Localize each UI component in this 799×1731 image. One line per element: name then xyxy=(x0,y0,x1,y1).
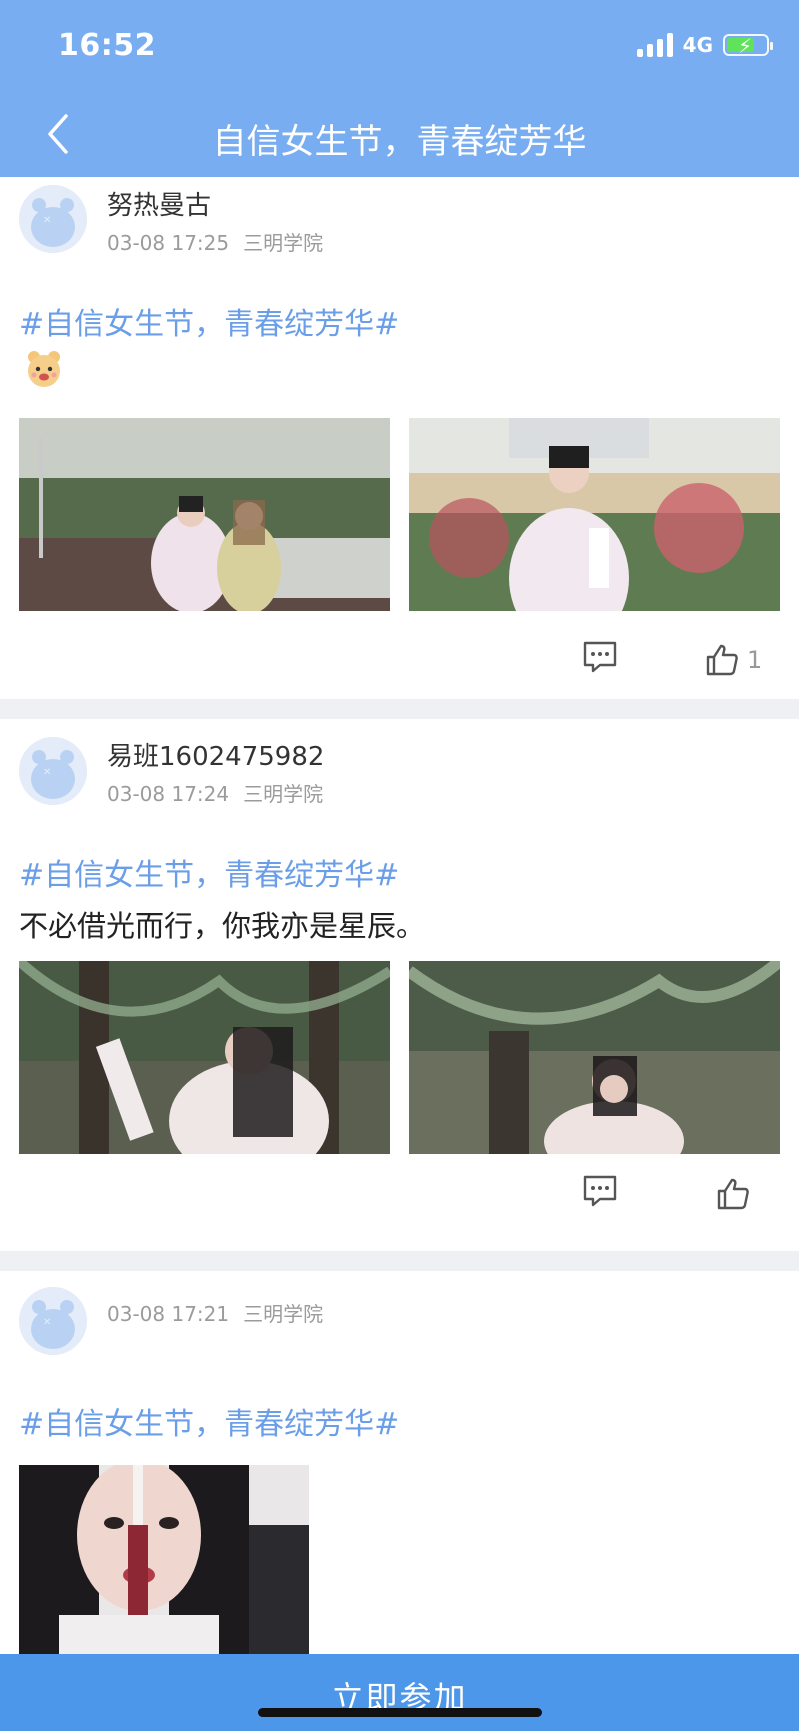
comment-button[interactable] xyxy=(582,1174,622,1214)
post-date: 03-08 17:21 xyxy=(107,1302,230,1326)
comment-button[interactable] xyxy=(582,640,622,680)
topic-link[interactable]: #自信女生节，青春绽芳华# xyxy=(19,850,399,894)
post-text: 不必借光而行，你我亦是星辰。 xyxy=(19,909,426,943)
post-card: ✕ 03-08 17:21 三明学院 #自信女生节，青春绽芳华# xyxy=(0,1271,799,1691)
like-count: 1 xyxy=(747,646,763,674)
avatar[interactable]: ✕ xyxy=(19,737,87,805)
topic-link[interactable]: #自信女生节，青春绽芳华# xyxy=(19,1399,399,1443)
app-root: 16:52 4G ⚡ 自信女生节，青春绽芳华 ✕ 努热曼古 03-08 17:2… xyxy=(0,0,799,1731)
status-indicators: 4G ⚡ xyxy=(636,33,773,58)
username[interactable]: 易班1602475982 xyxy=(107,736,324,773)
post-divider xyxy=(0,1251,799,1271)
top-bar: 16:52 4G ⚡ 自信女生节，青春绽芳华 xyxy=(0,0,799,177)
default-avatar-icon: ✕ xyxy=(19,737,87,805)
thumbs-up-icon xyxy=(717,1178,749,1210)
post-card: ✕ 努热曼古 03-08 17:25 三明学院 #自信女生节，青春绽芳华# 1 xyxy=(0,177,799,699)
post-divider xyxy=(0,699,799,719)
post-date: 03-08 17:25 xyxy=(107,231,230,255)
thumbs-up-icon xyxy=(706,644,738,676)
post-meta: 03-08 17:25 三明学院 xyxy=(107,227,323,256)
post-school: 三明学院 xyxy=(243,1302,324,1326)
username[interactable]: 努热曼古 xyxy=(107,185,211,222)
svg-text:✕: ✕ xyxy=(43,767,51,778)
avatar[interactable]: ✕ xyxy=(19,1287,87,1355)
svg-text:✕: ✕ xyxy=(43,1317,51,1328)
post-photo[interactable] xyxy=(409,418,780,611)
post-meta: 03-08 17:24 三明学院 xyxy=(107,778,323,807)
post-school: 三明学院 xyxy=(243,231,324,255)
battery-icon: ⚡ xyxy=(723,34,773,58)
post-photo[interactable] xyxy=(19,418,390,611)
signal-icon xyxy=(636,33,673,57)
post-date: 03-08 17:24 xyxy=(107,782,230,806)
like-button[interactable]: 1 xyxy=(705,640,762,680)
photo-image xyxy=(19,961,390,1154)
post-meta: 03-08 17:21 三明学院 xyxy=(107,1298,323,1327)
photo-image xyxy=(409,961,780,1154)
post-photo[interactable] xyxy=(19,961,390,1154)
join-button[interactable]: 立即参加 xyxy=(0,1654,799,1731)
default-avatar-icon: ✕ xyxy=(19,1287,87,1355)
like-button[interactable] xyxy=(716,1174,758,1214)
network-type: 4G xyxy=(682,33,713,57)
photo-image xyxy=(19,418,390,611)
post-card: ✕ 易班1602475982 03-08 17:24 三明学院 #自信女生节，青春… xyxy=(0,719,799,1251)
home-indicator xyxy=(258,1708,542,1717)
status-bar: 16:52 4G ⚡ xyxy=(0,0,799,92)
status-time: 16:52 xyxy=(58,28,156,63)
comment-icon xyxy=(583,641,617,673)
photo-image xyxy=(409,418,780,611)
default-avatar-icon: ✕ xyxy=(19,185,87,253)
emoji-sticker xyxy=(22,347,66,395)
nav-bar: 自信女生节，青春绽芳华 xyxy=(0,92,799,177)
bear-emoji-icon xyxy=(28,351,60,387)
post-photo[interactable] xyxy=(409,961,780,1154)
avatar[interactable]: ✕ xyxy=(19,185,87,253)
post-school: 三明学院 xyxy=(243,782,324,806)
post-feed[interactable]: ✕ 努热曼古 03-08 17:25 三明学院 #自信女生节，青春绽芳华# 1 … xyxy=(0,177,799,1691)
svg-text:✕: ✕ xyxy=(43,215,51,226)
page-title: 自信女生节，青春绽芳华 xyxy=(212,122,587,162)
comment-icon xyxy=(583,1175,617,1207)
topic-link[interactable]: #自信女生节，青春绽芳华# xyxy=(19,299,399,343)
